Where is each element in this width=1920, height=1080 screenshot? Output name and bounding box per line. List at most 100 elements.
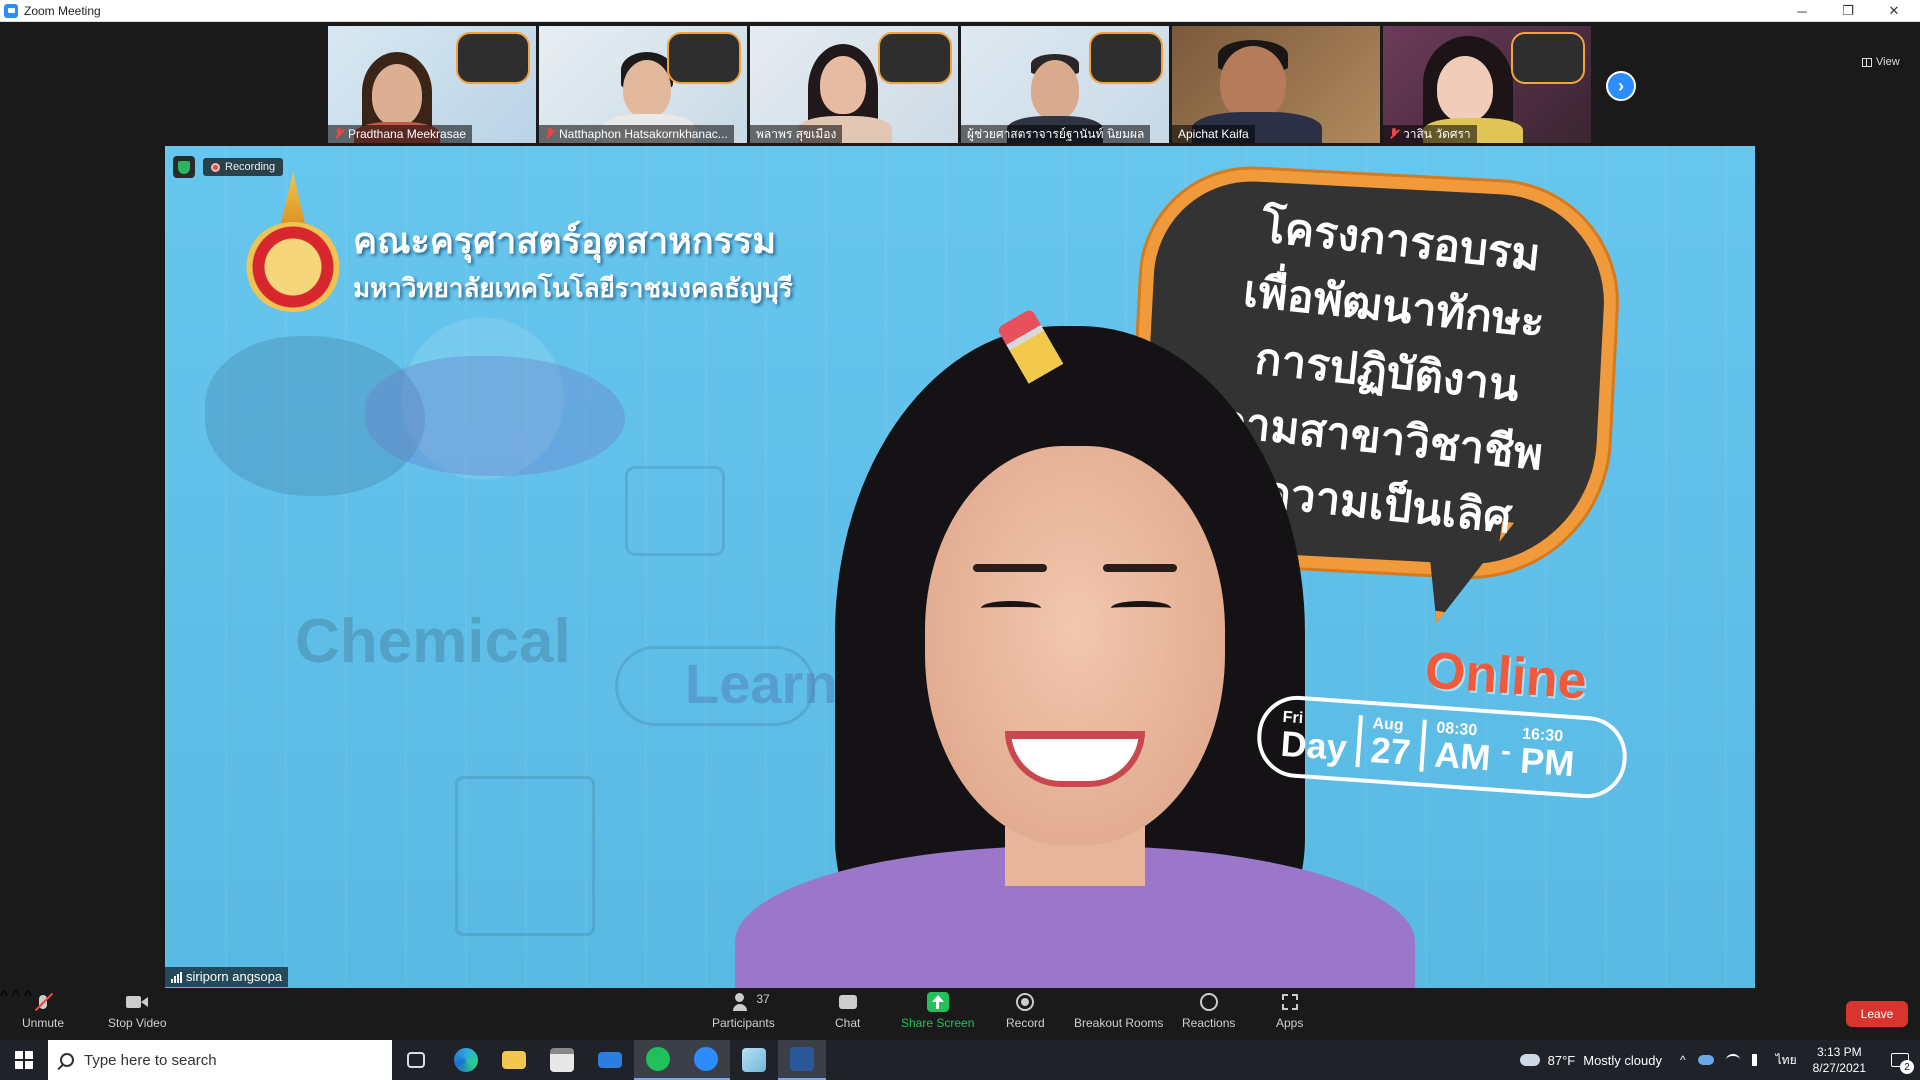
meeting-controls-bar: Unmute ^ Stop Video ^ 37 Participants ^ … bbox=[0, 988, 1920, 1040]
recording-badge[interactable]: Recording bbox=[203, 158, 284, 176]
record-button[interactable]: Record bbox=[1006, 992, 1045, 1030]
reactions-button[interactable]: Reactions bbox=[1182, 992, 1235, 1030]
task-view-button[interactable] bbox=[392, 1040, 440, 1080]
university-seal-logo bbox=[245, 172, 341, 312]
taskbar-edge[interactable] bbox=[442, 1040, 490, 1080]
participant-tile[interactable]: ผู้ช่วยศาสตราจารย์ฐานันท์ นิยมผล bbox=[961, 26, 1169, 143]
minimize-button[interactable]: ─ bbox=[1780, 0, 1824, 22]
taskbar-file-explorer[interactable] bbox=[490, 1040, 538, 1080]
scroll-app-icon bbox=[742, 1048, 766, 1072]
store-bag-icon bbox=[550, 1048, 574, 1072]
edge-browser-icon bbox=[454, 1048, 478, 1072]
windows-taskbar: Type here to search 87°F Mostly cloudy ^… bbox=[0, 1040, 1920, 1080]
onedrive-icon[interactable] bbox=[1697, 1055, 1714, 1065]
start-button[interactable] bbox=[0, 1040, 48, 1080]
line-app-icon bbox=[646, 1047, 670, 1071]
faculty-title: คณะครุศาสตร์อุตสาหกรรม bbox=[353, 220, 777, 261]
participant-name-label: วาสิน วัดศรา bbox=[1383, 125, 1477, 143]
window-title: Zoom Meeting bbox=[24, 3, 101, 18]
zoom-window: Zoom Meeting ─ ❐ ✕ Pradthana Meekrasae N… bbox=[0, 0, 1920, 1080]
participant-tile[interactable]: Pradthana Meekrasae bbox=[328, 26, 536, 143]
online-label: Online bbox=[1423, 641, 1589, 711]
zoom-app-icon bbox=[4, 3, 18, 18]
taskbar-search-box[interactable]: Type here to search bbox=[48, 1040, 392, 1080]
taskbar-clock[interactable]: 3:13 PM 8/27/2021 bbox=[1813, 1044, 1866, 1076]
view-grid-icon bbox=[1862, 57, 1872, 67]
close-button[interactable]: ✕ bbox=[1872, 0, 1916, 22]
tray-icons: ^ ไทย bbox=[1680, 1051, 1797, 1070]
search-icon bbox=[60, 1053, 74, 1067]
audio-options-caret-icon[interactable]: ^ bbox=[0, 988, 8, 1005]
participant-tile[interactable]: วาสิน วัดศรา bbox=[1383, 26, 1591, 143]
participant-name-label: พลาพร สุขเมือง bbox=[750, 125, 843, 143]
participants-icon: 37 bbox=[732, 992, 770, 1012]
word-icon bbox=[790, 1047, 814, 1071]
apps-button[interactable]: Apps bbox=[1276, 992, 1303, 1030]
taskbar-zoom[interactable] bbox=[682, 1040, 730, 1080]
university-name: มหาวิทยาลัยเทคโนโลยีราชมงคลธัญบุรี bbox=[353, 273, 793, 303]
tray-overflow-chevron-icon[interactable]: ^ bbox=[1680, 1053, 1686, 1067]
participant-tile[interactable]: Apichat Kaifa bbox=[1172, 26, 1380, 143]
share-screen-icon bbox=[926, 992, 949, 1012]
windows-logo-icon bbox=[15, 1051, 33, 1069]
muted-mic-icon bbox=[334, 128, 344, 140]
weather-widget[interactable]: 87°F Mostly cloudy bbox=[1515, 1048, 1662, 1068]
participant-name-label: ผู้ช่วยศาสตราจารย์ฐานันท์ นิยมผล bbox=[961, 125, 1151, 143]
speaker-name-label: siriporn angsopa bbox=[165, 967, 289, 987]
breakout-rooms-icon bbox=[1108, 992, 1130, 1012]
title-bar: Zoom Meeting ─ ❐ ✕ bbox=[0, 0, 1920, 22]
notification-center-button[interactable]: 2 bbox=[1880, 1040, 1920, 1080]
gallery-strip: Pradthana Meekrasae Natthaphon Hatsakorn… bbox=[0, 22, 1920, 144]
active-speaker-video[interactable]: Chemical Learn คณะครุศาสตร์อุตสาหกรรม มห… bbox=[165, 146, 1755, 988]
record-dot-icon bbox=[211, 162, 220, 172]
participants-count: 37 bbox=[756, 992, 770, 1006]
taskbar-store[interactable] bbox=[538, 1040, 586, 1080]
volume-icon[interactable] bbox=[1751, 1054, 1764, 1066]
taskbar-app[interactable] bbox=[730, 1040, 778, 1080]
muted-mic-icon bbox=[545, 128, 555, 140]
unmute-button[interactable]: Unmute bbox=[22, 992, 64, 1030]
participant-tile[interactable]: พลาพร สุขเมือง bbox=[750, 26, 958, 143]
recording-indicator[interactable]: Recording bbox=[173, 156, 284, 178]
restore-button[interactable]: ❐ bbox=[1826, 0, 1870, 22]
stop-video-button[interactable]: Stop Video bbox=[108, 992, 167, 1030]
chemical-doodle-text: Chemical bbox=[295, 607, 571, 676]
record-icon bbox=[1014, 992, 1036, 1012]
participants-button[interactable]: 37 Participants bbox=[712, 992, 775, 1030]
muted-microphone-icon bbox=[32, 992, 54, 1012]
leave-button[interactable]: Leave bbox=[1846, 1001, 1908, 1027]
breakout-rooms-button[interactable]: Breakout Rooms bbox=[1074, 992, 1163, 1030]
chat-button[interactable]: Chat bbox=[835, 992, 860, 1030]
participant-name-label: Pradthana Meekrasae bbox=[328, 125, 473, 143]
video-options-caret-icon[interactable]: ^ bbox=[12, 988, 20, 1005]
wifi-icon[interactable] bbox=[1725, 1054, 1740, 1066]
zoom-icon bbox=[694, 1047, 718, 1071]
participant-name-label: Natthaphon Hatsakornkhanac... bbox=[539, 125, 734, 143]
mail-icon bbox=[598, 1052, 622, 1068]
taskbar-mail[interactable] bbox=[586, 1040, 634, 1080]
share-screen-button[interactable]: Share Screen bbox=[901, 992, 974, 1030]
taskbar-line[interactable] bbox=[634, 1040, 682, 1080]
folder-icon bbox=[502, 1051, 526, 1069]
input-language[interactable]: ไทย bbox=[1776, 1051, 1797, 1070]
task-view-icon bbox=[407, 1052, 425, 1068]
world-map-decoration bbox=[365, 356, 625, 476]
system-tray: 87°F Mostly cloudy ^ ไทย 3:13 PM 8/27/20… bbox=[1515, 1040, 1920, 1080]
chat-bubble-icon bbox=[837, 992, 859, 1012]
gallery-next-button[interactable]: › bbox=[1606, 71, 1636, 101]
taskbar-word[interactable] bbox=[778, 1040, 826, 1080]
security-shield-icon[interactable] bbox=[173, 156, 195, 178]
doodle-decoration bbox=[625, 466, 725, 556]
participant-tile[interactable]: Natthaphon Hatsakornkhanac... bbox=[539, 26, 747, 143]
video-camera-icon bbox=[126, 992, 148, 1012]
participant-name-label: Apichat Kaifa bbox=[1172, 125, 1255, 143]
speaker-person bbox=[715, 308, 1435, 988]
apps-icon bbox=[1279, 992, 1301, 1012]
muted-mic-icon bbox=[1389, 128, 1399, 140]
connection-signal-icon bbox=[171, 971, 182, 983]
partly-cloudy-icon bbox=[1515, 1048, 1540, 1066]
notification-count: 2 bbox=[1900, 1060, 1914, 1074]
reaction-smiley-icon bbox=[1198, 992, 1220, 1012]
circuit-chip-decoration bbox=[455, 776, 595, 936]
view-button[interactable]: View bbox=[1862, 56, 1900, 68]
